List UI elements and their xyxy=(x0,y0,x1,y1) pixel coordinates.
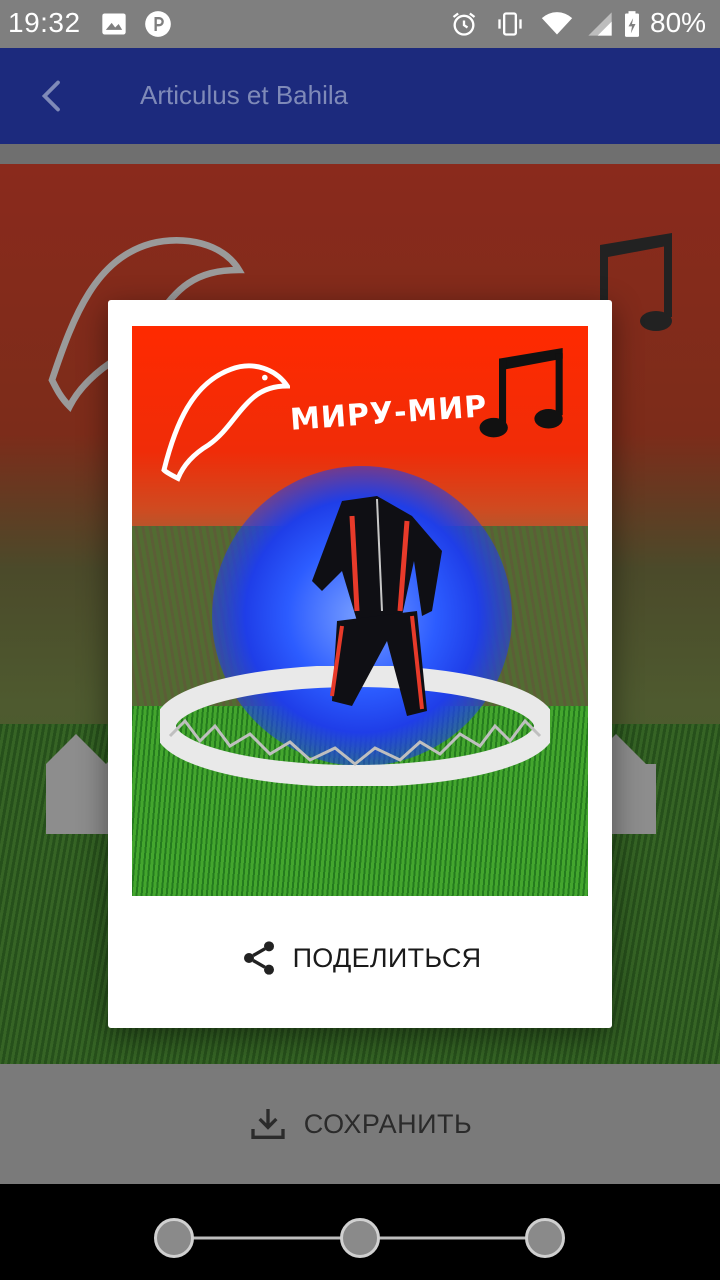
battery-percent: 80% xyxy=(650,7,707,38)
back-button[interactable] xyxy=(24,68,80,124)
music-note-icon xyxy=(479,348,563,438)
alarm-icon xyxy=(452,12,476,36)
nav-right-icon[interactable] xyxy=(525,1218,565,1258)
nav-home-icon[interactable] xyxy=(340,1218,380,1258)
share-button[interactable]: ПОДЕЛИТЬСЯ xyxy=(108,928,612,988)
navigation-bar xyxy=(0,1184,720,1280)
save-label: СОХРАНИТЬ xyxy=(303,1108,473,1139)
share-dialog: МИРУ-МИР ПОДЕЛИТЬСЯ xyxy=(108,300,612,1028)
vibrate-icon xyxy=(498,12,522,36)
product-image: МИРУ-МИР xyxy=(132,326,588,896)
save-button[interactable]: СОХРАНИТЬ xyxy=(0,1064,720,1184)
tracksuit-image xyxy=(312,496,442,716)
status-time: 19:32 xyxy=(8,7,81,38)
app-bar: Articulus et Bahila xyxy=(0,48,720,144)
parking-icon xyxy=(145,11,171,37)
status-bar: 19:32 80% xyxy=(0,0,720,48)
download-icon xyxy=(251,1109,285,1139)
share-icon xyxy=(243,941,274,975)
back-arrow-icon xyxy=(41,80,60,112)
image-icon xyxy=(102,13,126,35)
battery-icon xyxy=(625,11,639,37)
dolphin-logo-icon xyxy=(161,363,290,482)
share-label: ПОДЕЛИТЬСЯ xyxy=(292,942,482,973)
nav-left-icon[interactable] xyxy=(154,1218,194,1258)
wifi-icon xyxy=(541,12,573,35)
signal-icon xyxy=(588,12,612,36)
page-title: Articulus et Bahila xyxy=(140,80,349,110)
image-caption: МИРУ-МИР xyxy=(289,389,489,438)
